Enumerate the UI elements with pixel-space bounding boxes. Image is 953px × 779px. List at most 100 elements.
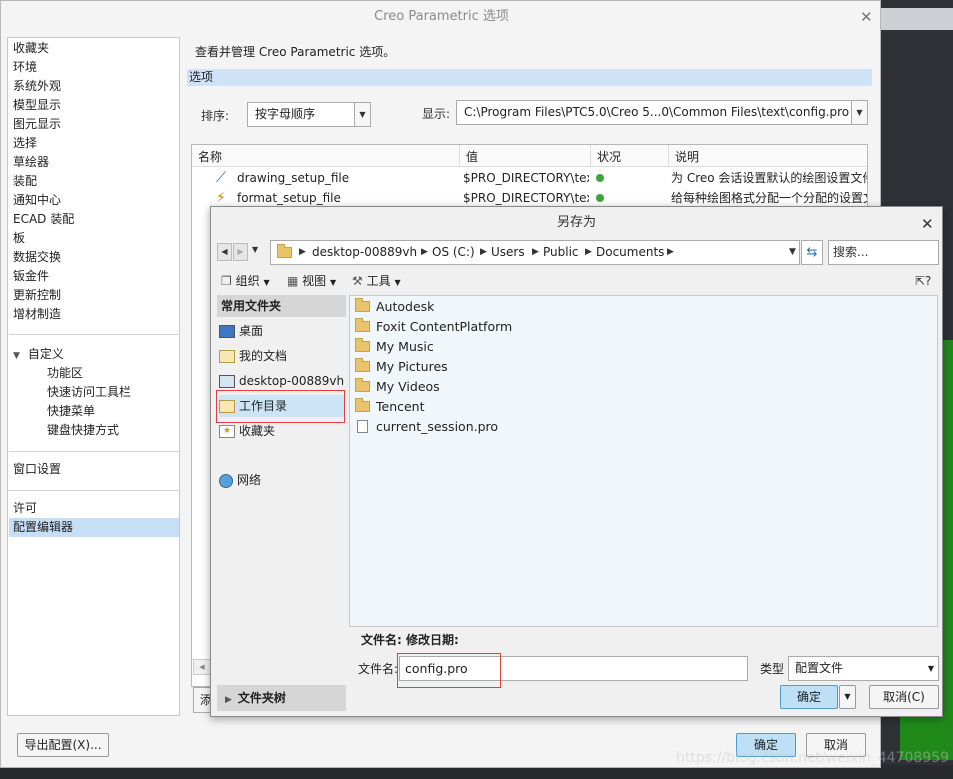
dialog-description: 查看并管理 Creo Parametric 选项。 [195, 45, 396, 59]
sort-dropdown[interactable]: 按字母顺序 ▼ [247, 102, 371, 127]
list-item[interactable]: Foxit ContentPlatform [355, 317, 512, 337]
nav-item-window-settings[interactable]: 窗口设置 [13, 460, 61, 479]
list-item[interactable]: My Videos [355, 377, 440, 397]
nav-item-notification-center[interactable]: 通知中心 [13, 191, 61, 210]
chevron-down-icon: ▼ [394, 278, 401, 287]
option-icon: ⚡ [216, 190, 226, 206]
nav-item-sheetmetal[interactable]: 钣金件 [13, 267, 49, 286]
chevron-right-icon[interactable]: ▶ [532, 241, 539, 264]
chevron-down-icon[interactable]: ▼ [851, 101, 867, 124]
nav-item-sketcher[interactable]: 草绘器 [13, 153, 49, 172]
place-favorites[interactable]: ★ 收藏夹 [219, 420, 275, 442]
forward-icon[interactable]: ▶ [233, 243, 248, 261]
help-cursor-icon[interactable]: ⇱? [915, 269, 931, 293]
place-network[interactable]: 网络 [219, 469, 261, 491]
close-icon[interactable]: ✕ [921, 215, 934, 233]
list-item[interactable]: Autodesk [355, 297, 434, 317]
chevron-down-icon[interactable]: ▼ [789, 241, 796, 264]
view-label: 视图 [302, 274, 327, 288]
nav-item-additive-manufacturing[interactable]: 增材制造 [13, 305, 61, 324]
ok-dropdown-icon[interactable]: ▼ [839, 685, 856, 709]
organize-icon: ❐ [221, 274, 232, 288]
organize-menu[interactable]: ❐ 组织 ▼ [221, 269, 270, 293]
expand-triangle-icon: ▶ [225, 695, 232, 705]
history-dropdown-icon[interactable]: ▼ [252, 245, 258, 254]
column-header-name[interactable]: 名称 [192, 145, 460, 167]
nav-item-system-appearance[interactable]: 系统外观 [13, 77, 61, 96]
folder-name: Tencent [376, 399, 425, 414]
column-header-status[interactable]: 状况 [591, 145, 669, 167]
nav-item-license[interactable]: 许可 [13, 499, 37, 518]
option-name: drawing_setup_file [237, 171, 350, 185]
chevron-down-icon: ▼ [330, 278, 337, 287]
column-header-value[interactable]: 值 [460, 145, 591, 167]
list-item[interactable]: My Pictures [355, 357, 448, 377]
display-file-dropdown[interactable]: C:\Program Files\PTC5.0\Creo 5...0\Commo… [456, 100, 868, 125]
search-input[interactable]: 搜索... [828, 240, 939, 265]
options-nav: 收藏夹 环境 系统外观 模型显示 图元显示 选择 草绘器 装配 通知中心 ECA… [7, 37, 180, 716]
folder-icon [355, 318, 370, 332]
filename-input[interactable]: config.pro [399, 656, 748, 681]
collapse-triangle-icon[interactable]: ▼ [13, 351, 20, 361]
folder-tree-toggle[interactable]: ▶ 文件夹树 [217, 685, 346, 711]
export-config-button[interactable]: 导出配置(X)... [17, 733, 109, 757]
folder-icon [355, 338, 370, 352]
nav-item-keyboard-shortcuts[interactable]: 键盘快捷方式 [47, 421, 119, 440]
nav-item-environment[interactable]: 环境 [13, 58, 37, 77]
filename-label: 文件名: [358, 662, 399, 676]
chevron-down-icon[interactable]: ▼ [354, 103, 370, 126]
nav-item-board[interactable]: 板 [13, 229, 25, 248]
folder-name: My Pictures [376, 359, 448, 374]
place-working-directory[interactable]: 工作目录 [219, 395, 344, 417]
nav-item-selection[interactable]: 选择 [13, 134, 37, 153]
nav-item-favorites[interactable]: 收藏夹 [13, 39, 49, 58]
nav-item-ribbon[interactable]: 功能区 [47, 364, 83, 383]
place-desktop[interactable]: 桌面 [219, 320, 263, 342]
folder-name: My Videos [376, 379, 440, 394]
chevron-right-icon[interactable]: ▶ [667, 241, 674, 264]
nav-group-customize[interactable]: ▼ 自定义 [13, 345, 64, 364]
nav-item-ecad-assembly[interactable]: ECAD 装配 [13, 210, 74, 229]
column-header-description[interactable]: 说明 [669, 145, 867, 167]
breadcrumb-users[interactable]: Users [491, 241, 525, 264]
computer-icon [219, 375, 235, 388]
place-computer[interactable]: desktop-00889vh [219, 370, 344, 392]
tools-menu[interactable]: ⚒ 工具 ▼ [352, 269, 401, 293]
chevron-right-icon[interactable]: ▶ [421, 241, 428, 264]
option-value: $PRO_DIRECTORY\tex [463, 191, 589, 205]
save-cancel-button[interactable]: 取消(C) [869, 685, 939, 709]
chevron-right-icon[interactable]: ▶ [480, 241, 487, 264]
save-ok-button[interactable]: 确定 [780, 685, 838, 709]
nav-item-quick-access-toolbar[interactable]: 快速访问工具栏 [47, 383, 131, 402]
breadcrumb-drive[interactable]: OS (C:) [432, 241, 475, 264]
tools-label: 工具 [366, 274, 391, 288]
nav-item-model-display[interactable]: 模型显示 [13, 96, 61, 115]
place-my-documents[interactable]: 我的文档 [219, 345, 287, 367]
breadcrumb-public[interactable]: Public [543, 241, 579, 264]
breadcrumb-computer[interactable]: desktop-00889vh [312, 241, 417, 264]
chevron-down-icon[interactable]: ▼ [928, 657, 934, 680]
scroll-left-icon[interactable]: ◀ [193, 659, 211, 675]
nav-item-config-editor[interactable]: 配置编辑器 [9, 518, 179, 537]
refresh-icon[interactable]: ⇆ [801, 240, 823, 265]
view-menu[interactable]: ▦ 视图 ▼ [287, 269, 336, 293]
back-icon[interactable]: ◀ [217, 243, 232, 261]
list-item[interactable]: Tencent [355, 397, 425, 417]
option-name: format_setup_file [237, 191, 341, 205]
list-item[interactable]: current_session.pro [355, 417, 498, 437]
breadcrumb-documents[interactable]: Documents [596, 241, 664, 264]
file-type-dropdown[interactable]: 配置文件 ▼ [788, 656, 939, 681]
view-icon: ▦ [287, 274, 299, 288]
chevron-right-icon[interactable]: ▶ [299, 241, 306, 264]
nav-item-update-control[interactable]: 更新控制 [13, 286, 61, 305]
file-meta-line: 文件名: 修改日期: [361, 633, 459, 647]
nav-item-shortcut-menus[interactable]: 快捷菜单 [47, 402, 95, 421]
nav-item-assembly[interactable]: 装配 [13, 172, 37, 191]
nav-item-entity-display[interactable]: 图元显示 [13, 115, 61, 134]
address-bar[interactable]: ▶ desktop-00889vh ▶ OS (C:) ▶ Users ▶ Pu… [270, 240, 800, 265]
close-icon[interactable]: ✕ [860, 8, 873, 26]
chevron-right-icon[interactable]: ▶ [585, 241, 592, 264]
nav-item-data-exchange[interactable]: 数据交换 [13, 248, 61, 267]
list-item[interactable]: My Music [355, 337, 434, 357]
place-label: 桌面 [239, 324, 264, 338]
